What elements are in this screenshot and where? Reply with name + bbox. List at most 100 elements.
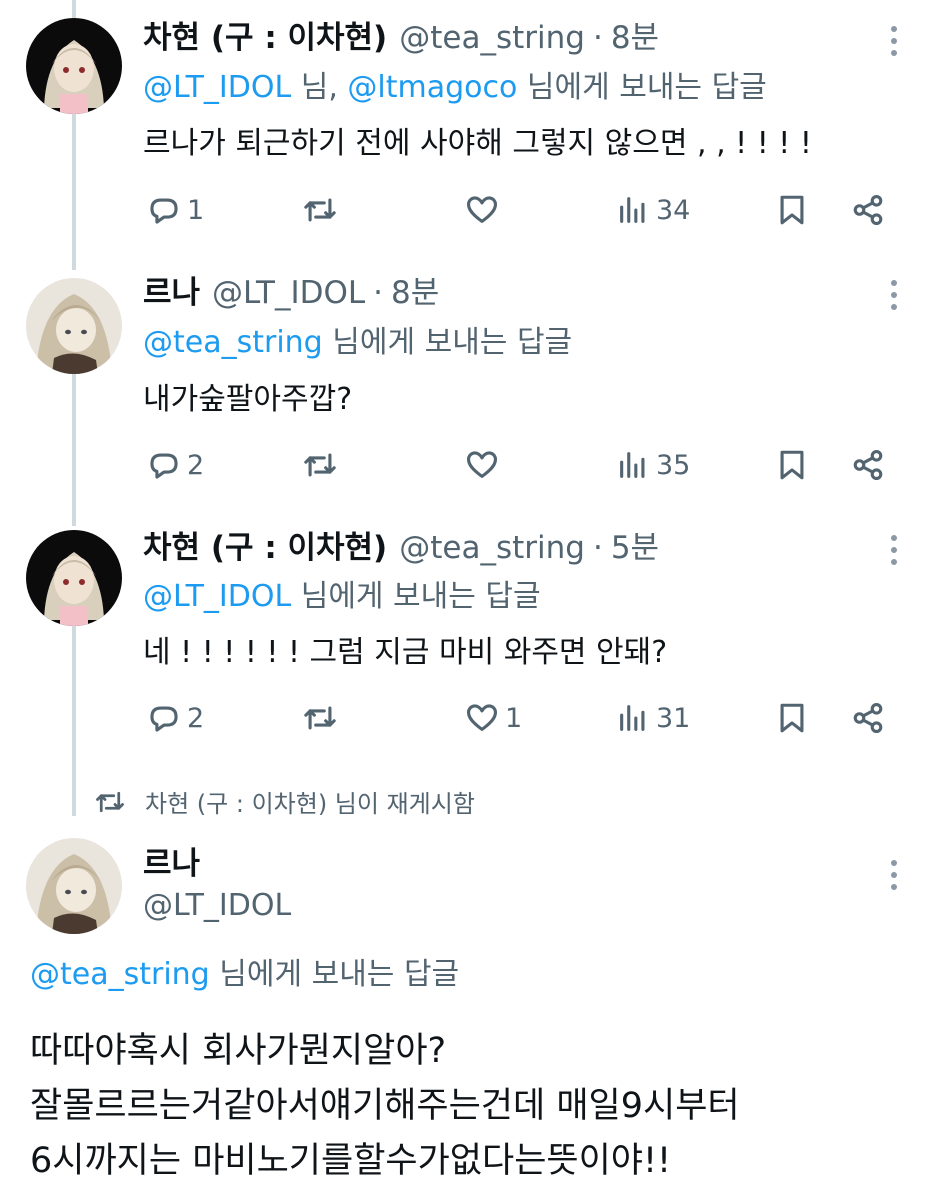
like-button[interactable]: 1 — [465, 696, 522, 740]
more-vertical-icon[interactable] — [890, 280, 898, 310]
bookmark-button[interactable] — [775, 188, 809, 232]
tweet-text: 내가숲팔아주깝? — [143, 382, 353, 417]
views-icon — [620, 705, 645, 731]
share-button[interactable] — [851, 188, 885, 232]
separator-dot: · — [373, 275, 384, 311]
reply-icon — [150, 198, 178, 224]
reply-button[interactable]: 1 — [147, 188, 204, 232]
separator-dot: · — [592, 530, 603, 566]
share-button[interactable] — [851, 443, 885, 487]
like-button[interactable] — [465, 443, 505, 487]
views-button[interactable]: 35 — [616, 443, 690, 487]
reply-suffix: 님에게 보내는 답글 — [291, 579, 541, 614]
retweet-icon — [304, 198, 336, 222]
views-icon — [620, 197, 645, 223]
separator-dot: · — [592, 20, 603, 56]
display-name[interactable]: 차현 (구 : 이차현) — [143, 528, 387, 568]
user-handle[interactable]: @LT_IDOL — [212, 273, 365, 313]
reply-icon — [150, 706, 178, 732]
views-count: 34 — [656, 194, 691, 226]
like-icon — [466, 196, 498, 223]
action-bar: 2 1 31 — [143, 696, 893, 740]
share-icon — [853, 449, 883, 481]
tweet-text-line: 6시까지는 마비노기를할수가없다는뜻이야!! — [30, 1141, 672, 1181]
share-icon — [853, 702, 883, 734]
more-vertical-icon[interactable] — [890, 860, 898, 890]
display-name[interactable]: 차현 (구 : 이차현) — [143, 18, 387, 58]
avatar[interactable] — [26, 838, 122, 934]
retweet-icon — [304, 706, 336, 730]
reply-count: 1 — [187, 194, 205, 226]
mention-link[interactable]: @ltmagoco — [347, 70, 517, 105]
like-icon — [466, 451, 498, 478]
tweet-header: 차현 (구 : 이차현) @tea_string · 5분 — [143, 528, 659, 568]
reply-separator: 님, — [291, 70, 348, 105]
mention-link[interactable]: @tea_string — [143, 325, 323, 360]
reply-suffix: 님에게 보내는 답글 — [322, 325, 573, 360]
retweet-button[interactable] — [303, 696, 343, 740]
display-name[interactable]: 르나 — [143, 273, 200, 313]
avatar-image — [26, 530, 122, 626]
display-name[interactable]: 르나 — [143, 844, 200, 884]
tweet-text: 르나가 퇴근하기 전에 사야해 그렇지 않으면 , , ! ! ! ! — [143, 126, 812, 161]
bookmark-icon — [780, 195, 804, 225]
retweet-button[interactable] — [303, 188, 343, 232]
avatar[interactable] — [26, 530, 122, 626]
reply-button[interactable]: 2 — [147, 443, 204, 487]
tweet[interactable]: 차현 (구 : 이차현) @tea_string · 5분 @LT_IDOL 님… — [0, 515, 936, 775]
reply-context: @LT_IDOL 님, @ltmagoco 님에게 보내는 답글 — [143, 68, 767, 108]
user-handle[interactable]: @tea_string — [399, 18, 585, 58]
avatar-image — [26, 838, 122, 934]
bookmark-icon — [780, 703, 804, 733]
tweet-header: 차현 (구 : 이차현) @tea_string · 8분 — [143, 18, 659, 58]
reply-context: @tea_string 님에게 보내는 답글 — [143, 323, 572, 363]
more-vertical-icon[interactable] — [890, 535, 898, 565]
tweet-text: 따따야혹시 회사가뭔지알아? 잘몰르르는거같아서얘기해주는건데 매일9시부터 6… — [30, 1024, 740, 1189]
avatar[interactable] — [26, 18, 122, 114]
retweet-icon — [304, 453, 336, 477]
reply-count: 2 — [187, 702, 205, 734]
tweet-text-line: 따따야혹시 회사가뭔지알아? — [30, 1031, 447, 1071]
mention-link[interactable]: @tea_string — [30, 957, 210, 992]
share-icon — [853, 194, 883, 226]
reply-suffix: 님에게 보내는 답글 — [517, 70, 767, 105]
retweet-button[interactable] — [303, 443, 343, 487]
avatar-image — [26, 278, 122, 374]
avatar-image — [26, 18, 122, 114]
action-bar: 1 34 — [143, 188, 893, 232]
views-icon — [620, 452, 645, 478]
timestamp[interactable]: 5분 — [611, 528, 659, 568]
like-count: 1 — [505, 702, 523, 734]
timestamp[interactable]: 8분 — [391, 273, 439, 313]
tweet-header: 르나 @LT_IDOL · 8분 — [143, 273, 439, 313]
bookmark-button[interactable] — [775, 696, 809, 740]
timestamp[interactable]: 8분 — [611, 18, 659, 58]
tweet[interactable]: 르나 @LT_IDOL · 8분 @tea_string 님에게 보내는 답글 … — [0, 260, 936, 515]
like-icon — [466, 704, 498, 731]
reply-context: @tea_string 님에게 보내는 답글 — [30, 955, 459, 995]
reply-suffix: 님에게 보내는 답글 — [209, 957, 460, 992]
tweet-text-line: 잘몰르르는거같아서얘기해주는건데 매일9시부터 — [30, 1086, 740, 1126]
retweet-context: 차현 (구 : 이차현) 님이 재게시함 — [95, 784, 475, 819]
share-button[interactable] — [851, 696, 885, 740]
retweet-icon — [96, 791, 124, 812]
user-handle[interactable]: @tea_string — [399, 528, 585, 568]
mention-link[interactable]: @LT_IDOL — [143, 70, 291, 105]
more-vertical-icon[interactable] — [890, 26, 898, 56]
avatar[interactable] — [26, 278, 122, 374]
user-handle[interactable]: @LT_IDOL — [143, 886, 291, 926]
reply-context: @LT_IDOL 님에게 보내는 답글 — [143, 577, 541, 617]
like-button[interactable] — [465, 188, 505, 232]
retweet-context-text[interactable]: 차현 (구 : 이차현) 님이 재게시함 — [145, 784, 475, 819]
views-button[interactable]: 34 — [616, 188, 690, 232]
bookmark-button[interactable] — [775, 443, 809, 487]
tweet-text: 네 ! ! ! ! ! ! 그럼 지금 마비 와주면 안돼? — [143, 635, 668, 670]
mention-link[interactable]: @LT_IDOL — [143, 579, 291, 614]
reply-count: 2 — [187, 449, 205, 481]
action-bar: 2 35 — [143, 443, 893, 487]
reply-icon — [150, 453, 178, 479]
views-count: 31 — [656, 702, 691, 734]
reply-button[interactable]: 2 — [147, 696, 204, 740]
views-button[interactable]: 31 — [616, 696, 690, 740]
tweet[interactable]: 차현 (구 : 이차현) @tea_string · 8분 @LT_IDOL 님… — [0, 0, 936, 260]
